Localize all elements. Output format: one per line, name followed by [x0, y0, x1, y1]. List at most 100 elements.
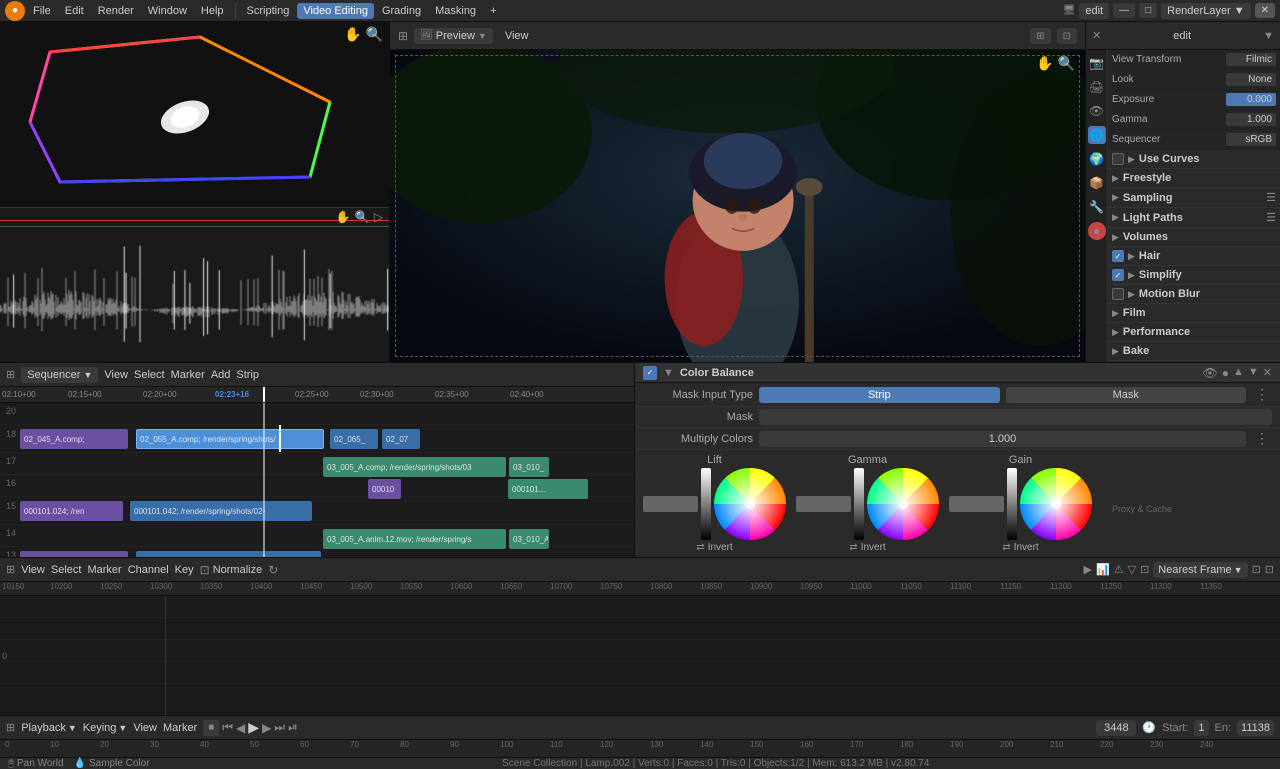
performance-header[interactable]: ▶ Performance: [1108, 323, 1280, 342]
window-minimize[interactable]: —: [1113, 3, 1135, 18]
kf-marker-menu[interactable]: Marker: [87, 564, 121, 576]
use-curves-header[interactable]: ▶ Use Curves: [1108, 150, 1280, 169]
lift-invert-icon[interactable]: ⇄: [696, 542, 704, 553]
lift-invert-btn[interactable]: Invert: [708, 542, 733, 553]
timeline-strip-menu[interactable]: Strip: [236, 369, 259, 381]
hair-header[interactable]: ✓ ▶ Hair: [1108, 247, 1280, 266]
next-keyframe-btn[interactable]: ⏭: [274, 720, 285, 735]
gain-invert-btn[interactable]: Invert: [1014, 542, 1039, 553]
kf-extra-2[interactable]: ⊡: [1265, 563, 1274, 576]
playback-dropdown[interactable]: Playback▼: [21, 722, 77, 734]
lift-strip[interactable]: [701, 468, 711, 540]
playback-icon[interactable]: ⊞: [6, 721, 15, 734]
hair-checkbox[interactable]: ✓: [1112, 250, 1124, 262]
clip-03005-acomp[interactable]: 03_005_A.comp; /render/spring/shots/03: [323, 457, 506, 477]
clip-000101-024[interactable]: 000101.024; /ren: [20, 501, 123, 521]
preview-header-icon[interactable]: ⊞: [398, 29, 408, 43]
frame-counter[interactable]: 3448: [1096, 720, 1136, 736]
menu-window[interactable]: Window: [142, 3, 193, 19]
mask-strip-btn[interactable]: Strip: [759, 387, 1000, 403]
clip-02065[interactable]: 02_065_: [330, 429, 378, 449]
mask-extra-btn[interactable]: ⋮: [1252, 386, 1272, 403]
kf-header-icon[interactable]: ⊞: [6, 563, 15, 576]
lift-colorwheel[interactable]: [714, 468, 786, 540]
props-icon-render[interactable]: 📷: [1088, 54, 1106, 72]
clip-000101[interactable]: 000101...: [508, 479, 588, 499]
volumes-header[interactable]: ▶ Volumes: [1108, 228, 1280, 247]
props-icon-object[interactable]: 📦: [1088, 174, 1106, 192]
clip-03010[interactable]: 03_010_: [509, 457, 549, 477]
props-icon-world[interactable]: 🌍: [1088, 150, 1106, 168]
kf-select-menu[interactable]: Select: [51, 564, 82, 576]
waveform-zoom[interactable]: 🔍: [355, 210, 370, 224]
sampling-header[interactable]: ▶ Sampling ☰: [1108, 188, 1280, 208]
play-anim-btn[interactable]: ⏯: [288, 720, 298, 735]
lift-swatch[interactable]: [643, 496, 698, 512]
kf-warn-btn[interactable]: ⚠: [1114, 563, 1124, 576]
clip-0207[interactable]: 02_07: [382, 429, 420, 449]
props-icon-output[interactable]: 🖨: [1088, 78, 1106, 96]
context-value[interactable]: edit: [1079, 3, 1109, 19]
keying-dropdown[interactable]: Keying▼: [83, 722, 128, 734]
kf-extra-1[interactable]: ⊡: [1252, 563, 1261, 576]
preview-icon-1[interactable]: ⊞: [1030, 28, 1050, 44]
props-icon-modifier[interactable]: 🔧: [1088, 198, 1106, 216]
light-paths-header[interactable]: ▶ Light Paths ☰: [1108, 208, 1280, 228]
kf-refresh-btn[interactable]: ↻: [268, 563, 278, 577]
gamma-invert-btn[interactable]: Invert: [861, 542, 886, 553]
clip-03010-a[interactable]: 03_010_A: [509, 529, 549, 549]
tab-video-editing[interactable]: Video Editing: [297, 3, 374, 19]
menu-render[interactable]: Render: [92, 3, 140, 19]
view-transform-value[interactable]: Filmic: [1226, 53, 1276, 66]
clip-00010[interactable]: 00010: [368, 479, 401, 499]
preview-hand-tool[interactable]: ✋: [1036, 55, 1053, 72]
menu-help[interactable]: Help: [195, 3, 230, 19]
freestyle-header[interactable]: ▶ Freestyle: [1108, 169, 1280, 188]
simplify-checkbox[interactable]: ✓: [1112, 269, 1124, 281]
timeline-marker-menu[interactable]: Marker: [171, 369, 205, 381]
prev-keyframe-btn[interactable]: ⏮: [222, 720, 233, 735]
kf-chart-btn[interactable]: 📊: [1096, 563, 1110, 576]
preview-dropdown[interactable]: 🖼 Preview ▼: [414, 28, 493, 44]
sequencer-value[interactable]: sRGB: [1226, 133, 1276, 146]
kf-more-btn[interactable]: ⊡: [1140, 563, 1149, 576]
kf-channel-menu[interactable]: Channel: [128, 564, 169, 576]
add-workspace-btn[interactable]: +: [484, 3, 502, 19]
bake-header[interactable]: ▶ Bake: [1108, 342, 1280, 361]
cb-down-btn[interactable]: ▼: [1248, 366, 1259, 380]
waveform-pan[interactable]: ✋: [336, 210, 351, 224]
prev-frame-btn[interactable]: ◀: [236, 721, 245, 735]
fps-icon[interactable]: 🕐: [1142, 721, 1156, 734]
sample-color-label[interactable]: 💧 Sample Color: [74, 758, 150, 769]
kf-key-menu[interactable]: Key: [175, 564, 194, 576]
mask-mask-btn[interactable]: Mask: [1006, 387, 1247, 403]
track-options-btn[interactable]: ⊞: [6, 368, 15, 381]
window-close[interactable]: ✕: [1255, 3, 1275, 18]
view-dropdown[interactable]: View: [133, 722, 157, 734]
tab-masking[interactable]: Masking: [429, 3, 482, 19]
window-maximize[interactable]: □: [1139, 3, 1157, 18]
menu-edit[interactable]: Edit: [59, 3, 90, 19]
cb-up-btn[interactable]: ▲: [1233, 366, 1244, 380]
timeline-select-menu[interactable]: Select: [134, 369, 165, 381]
gamma-swatch[interactable]: [796, 496, 851, 512]
props-close-btn[interactable]: ✕: [1092, 29, 1101, 42]
app-icon[interactable]: ●: [5, 1, 25, 21]
gain-invert-icon[interactable]: ⇄: [1002, 542, 1010, 553]
clip-02045-anim[interactable]: 02_045_A.anim.1: [20, 551, 128, 557]
kf-play-btn[interactable]: ▶: [1084, 563, 1092, 576]
props-icon-view[interactable]: 👁: [1088, 102, 1106, 120]
timeline-add-menu[interactable]: Add: [211, 369, 231, 381]
play-btn[interactable]: ▶: [248, 719, 259, 736]
viewport-pan-btn[interactable]: ✋: [344, 26, 361, 43]
kf-view-menu[interactable]: View: [21, 564, 45, 576]
tab-grading[interactable]: Grading: [376, 3, 427, 19]
clip-000101-042[interactable]: 000101.042; /render/spring/shots/02-: [130, 501, 312, 521]
cb-close-btn[interactable]: ✕: [1263, 366, 1272, 380]
motion-blur-checkbox[interactable]: [1112, 288, 1124, 300]
props-chevron[interactable]: ▼: [1263, 30, 1274, 42]
timeline-view-menu[interactable]: View: [104, 369, 128, 381]
view-menu[interactable]: View: [499, 28, 535, 44]
simplify-header[interactable]: ✓ ▶ Simplify: [1108, 266, 1280, 285]
light-paths-list-icon[interactable]: ☰: [1266, 211, 1276, 224]
